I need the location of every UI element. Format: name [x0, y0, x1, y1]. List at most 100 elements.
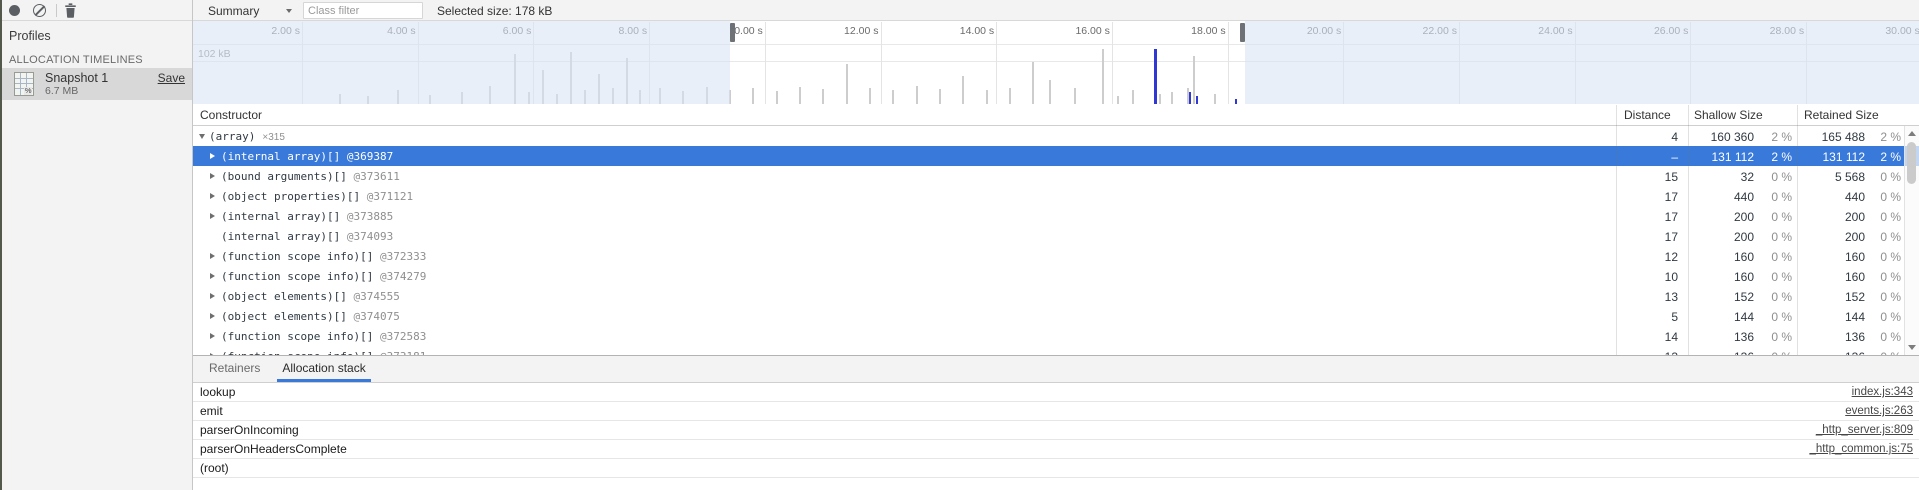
table-row[interactable]: (function scope info)[] @372333121600 %1… [193, 246, 1919, 266]
snapshot-title: Snapshot 1 [45, 71, 108, 85]
source-location-link[interactable]: _http_common.js:75 [1809, 443, 1913, 455]
distance-value: 17 [1616, 230, 1678, 244]
distance-value: 14 [1616, 330, 1678, 344]
col-header-distance[interactable]: Distance [1624, 108, 1671, 122]
constructor-name: (function scope info)[] @372333 [221, 250, 426, 263]
object-id: @373611 [353, 170, 399, 183]
distance-value: 17 [1616, 210, 1678, 224]
table-row[interactable]: (internal array)[] @369387–131 1122 %131… [193, 146, 1919, 166]
profiles-title: Profiles [9, 29, 51, 43]
col-header-shallow-size[interactable]: Shallow Size [1694, 108, 1763, 122]
ruler-label: 12.00 s [811, 25, 879, 37]
stack-frame-row: lookupindex.js:343 [193, 383, 1919, 402]
constructor-name: (internal array)[] @369387 [221, 150, 393, 163]
allocation-bar [1214, 94, 1216, 104]
allocation-bar [1159, 94, 1161, 104]
distance-value: 10 [1616, 270, 1678, 284]
grid-rows: (array)×3154160 3602 %165 4882 %(interna… [193, 126, 1919, 355]
selection-handle-left[interactable] [730, 23, 735, 42]
expand-arrow-icon[interactable] [210, 333, 215, 339]
source-location-link[interactable]: _http_server.js:809 [1816, 424, 1913, 436]
shallow-size-percent: 0 % [1754, 170, 1792, 184]
allocation-bar [776, 91, 778, 104]
snapshot-size: 6.7 MB [45, 85, 78, 97]
shallow-size-percent: 0 % [1754, 230, 1792, 244]
sidebar: Profiles ALLOCATION TIMELINES % Snapshot… [2, 21, 192, 490]
timeline-gridline [765, 22, 766, 104]
allocation-bar [962, 76, 964, 104]
record-icon[interactable] [9, 5, 20, 16]
table-row[interactable]: (internal array)[] @374093172000 %2000 % [193, 226, 1919, 246]
shallow-size-percent: 0 % [1754, 270, 1792, 284]
table-row[interactable]: (function scope info)[] @374279101600 %1… [193, 266, 1919, 286]
expand-arrow-icon[interactable] [210, 173, 215, 179]
allocation-bar [1117, 96, 1119, 104]
trash-icon[interactable] [64, 3, 77, 18]
sidebar-divider[interactable] [192, 0, 193, 490]
table-row[interactable]: (object properties)[] @371121174400 %440… [193, 186, 1919, 206]
distance-value: 17 [1616, 190, 1678, 204]
tab-retainers[interactable]: Retainers [204, 356, 265, 379]
scroll-down-icon[interactable] [1908, 345, 1916, 350]
shallow-size-value: 160 [1688, 250, 1754, 264]
shallow-size-value: 32 [1688, 170, 1754, 184]
shallow-size-value: 160 [1688, 270, 1754, 284]
timeline-curtain-left[interactable] [193, 21, 730, 104]
retained-size-percent: 0 % [1865, 230, 1901, 244]
shallow-size-percent: 2 % [1754, 130, 1792, 144]
toolbar-separator [56, 4, 57, 17]
retained-size-percent: 0 % [1865, 290, 1901, 304]
summary-dropdown[interactable]: Summary [200, 0, 300, 21]
timeline-curtain-right[interactable] [1245, 21, 1919, 104]
source-location-link[interactable]: index.js:343 [1852, 386, 1913, 398]
retained-size-percent: 0 % [1865, 310, 1901, 324]
distance-value: 4 [1616, 130, 1678, 144]
retained-size-value: 440 [1797, 190, 1865, 204]
table-row[interactable]: (function scope info)[] @373181131360 %1… [193, 346, 1919, 355]
expand-arrow-icon[interactable] [210, 153, 215, 159]
stack-function-name: emit [200, 404, 223, 418]
table-row[interactable]: (object elements)[] @374555131520 %1520 … [193, 286, 1919, 306]
allocation-bar [869, 88, 871, 104]
allocation-bar [1102, 49, 1104, 104]
selection-handle-right[interactable] [1240, 23, 1245, 42]
scrollbar-thumb[interactable] [1907, 142, 1916, 184]
table-row[interactable]: (internal array)[] @373885172000 %2000 % [193, 206, 1919, 226]
class-filter-input[interactable] [303, 2, 423, 19]
expand-arrow-icon[interactable] [210, 253, 215, 259]
constructor-name: (object elements)[] @374075 [221, 310, 400, 323]
allocation-bar [822, 89, 824, 104]
col-header-retained-size[interactable]: Retained Size [1804, 108, 1879, 122]
overview-chart[interactable]: 102 kB 2.00 s4.00 s6.00 s8.00 s0.00 s12.… [193, 21, 1919, 106]
expand-arrow-icon[interactable] [210, 213, 215, 219]
expand-arrow-icon[interactable] [210, 273, 215, 279]
grid-header: Constructor Distance Shallow Size Retain… [193, 105, 1919, 126]
tab-allocation-stack[interactable]: Allocation stack [277, 356, 370, 382]
object-id: @372333 [380, 250, 426, 263]
expand-arrow-icon[interactable] [210, 293, 215, 299]
stack-frame-row: parserOnIncoming_http_server.js:809 [193, 421, 1919, 440]
sidebar-item-snapshot[interactable]: % Snapshot 1 Save 6.7 MB [2, 68, 192, 100]
collapse-arrow-icon[interactable] [199, 134, 205, 139]
table-row[interactable]: (bound arguments)[] @37361115320 %5 5680… [193, 166, 1919, 186]
scroll-up-icon[interactable] [1908, 131, 1916, 136]
allocation-bar [939, 89, 941, 104]
grid-scrollbar[interactable] [1904, 126, 1919, 355]
object-id: @369387 [347, 150, 393, 163]
table-row[interactable]: (function scope info)[] @372583141360 %1… [193, 326, 1919, 346]
table-row[interactable]: (object elements)[] @37407551440 %1440 % [193, 306, 1919, 326]
retained-size-value: 160 [1797, 270, 1865, 284]
toolbar: Summary Selected size: 178 kB [0, 0, 1919, 21]
expand-arrow-icon[interactable] [210, 193, 215, 199]
shallow-size-percent: 2 % [1754, 150, 1792, 164]
retained-size-percent: 2 % [1865, 130, 1901, 144]
expand-arrow-icon[interactable] [210, 313, 215, 319]
source-location-link[interactable]: events.js:263 [1845, 405, 1913, 417]
table-row[interactable]: (array)×3154160 3602 %165 4882 % [193, 126, 1919, 146]
window-edge [0, 0, 2, 490]
shallow-size-percent: 0 % [1754, 310, 1792, 324]
constructor-name: (internal array)[] @374093 [221, 230, 393, 243]
clear-icon[interactable] [33, 4, 46, 17]
save-link[interactable]: Save [158, 71, 185, 85]
col-header-constructor[interactable]: Constructor [200, 108, 262, 122]
